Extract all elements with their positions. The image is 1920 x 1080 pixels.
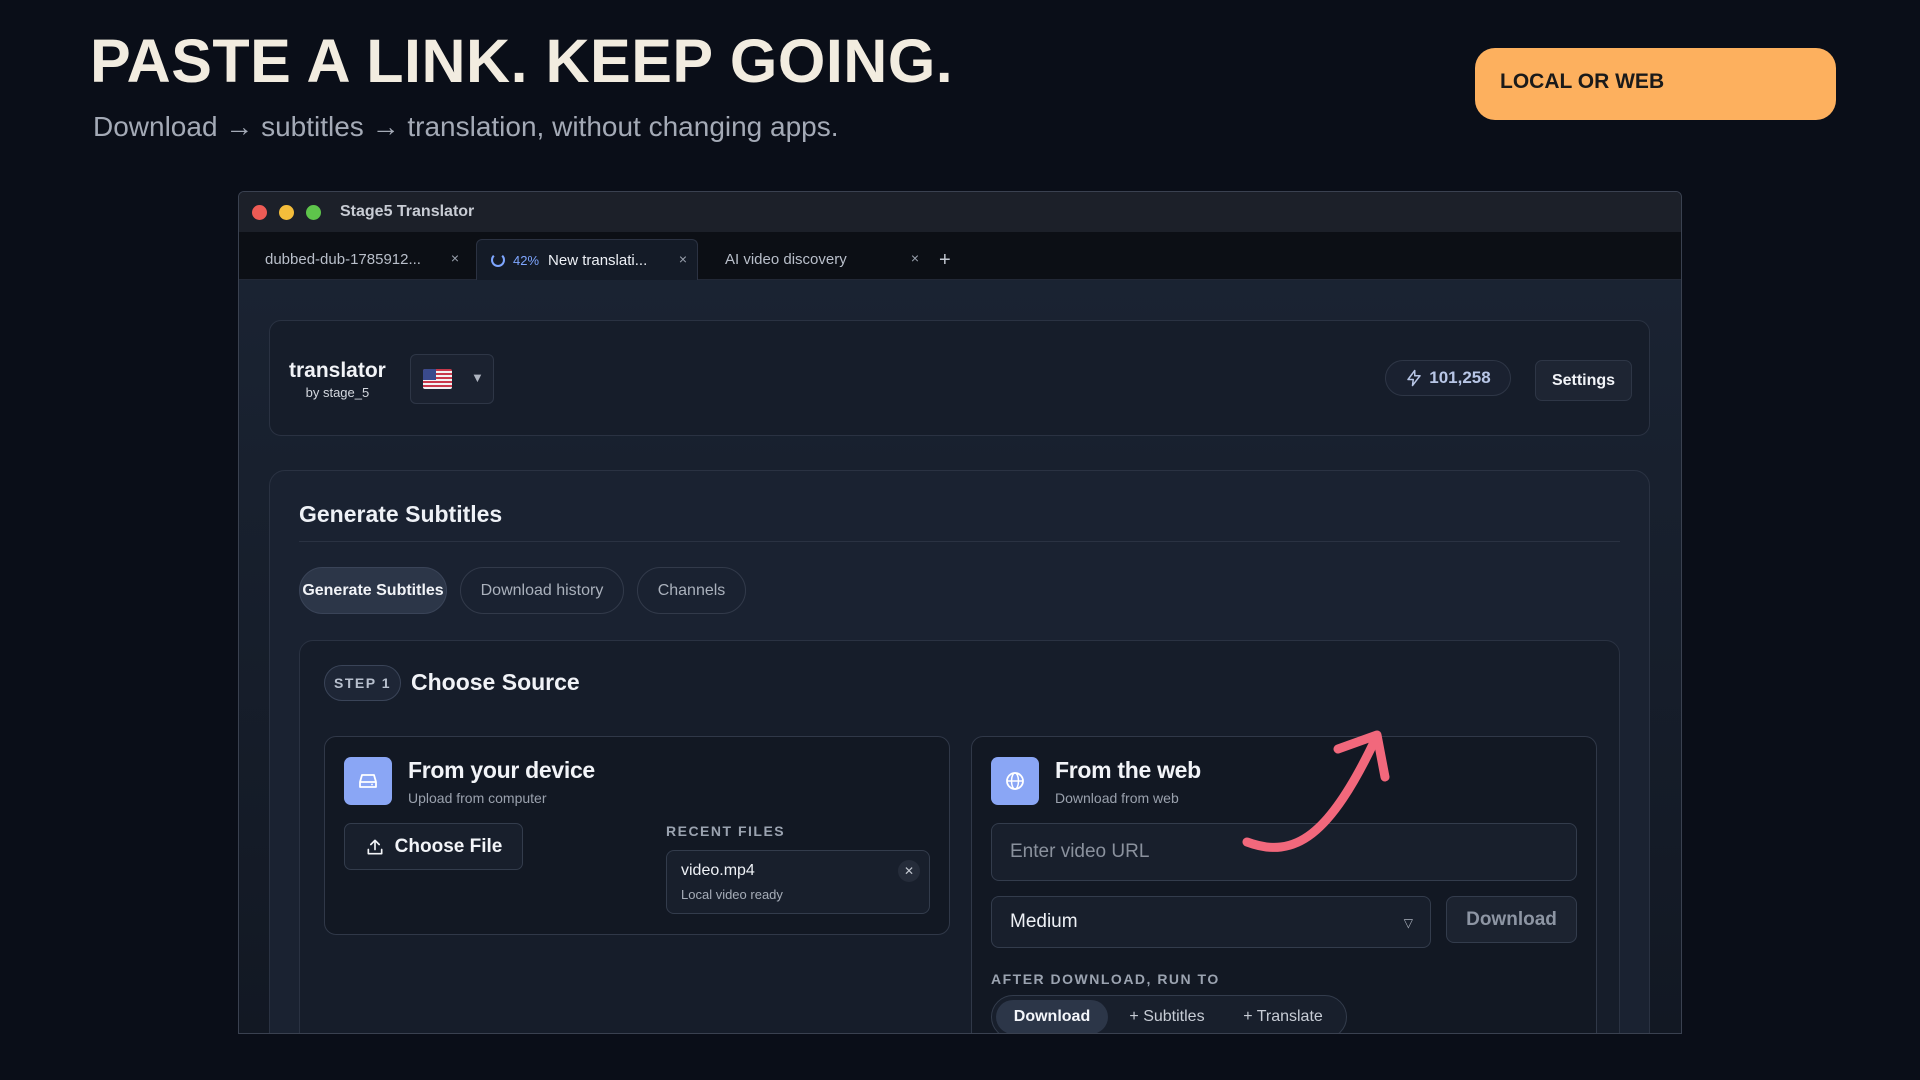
us-flag-icon [423, 369, 452, 389]
from-device-card: From your device Upload from computer Ch… [324, 736, 950, 935]
tab-channels[interactable]: Channels [637, 567, 746, 614]
language-selector[interactable]: ▼ [410, 354, 494, 404]
tab-download-history[interactable]: Download history [460, 567, 624, 614]
tab-generate-subtitles[interactable]: Generate Subtitles [299, 567, 447, 614]
minimize-window-dot[interactable] [279, 204, 294, 220]
option-translate[interactable]: + Translate [1226, 1000, 1340, 1033]
chevron-down-icon: ▼ [471, 370, 484, 385]
web-subtitle: Download from web [1055, 790, 1179, 806]
step-badge: STEP 1 [324, 665, 401, 701]
file-status: Local video ready [681, 887, 783, 902]
option-download[interactable]: Download [996, 1000, 1108, 1033]
tab-label: dubbed-dub-1785912... [265, 251, 421, 268]
device-title: From your device [408, 757, 595, 783]
choose-file-button[interactable]: Choose File [344, 823, 523, 870]
globe-icon [991, 757, 1039, 805]
generate-subtitles-panel: Generate Subtitles Generate Subtitles Do… [269, 470, 1650, 1033]
local-or-web-badge: LOCAL OR WEB [1475, 48, 1836, 120]
recent-file-item[interactable]: video.mp4 Local video ready ✕ [666, 850, 930, 914]
tab-label: New translati... [548, 251, 648, 269]
brand-logo: translator by stage_5 [289, 359, 386, 400]
panel-title: Generate Subtitles [299, 501, 503, 527]
step-title: Choose Source [411, 669, 580, 695]
quality-value: Medium [1010, 911, 1078, 932]
close-tab-icon[interactable]: × [679, 251, 687, 267]
close-tab-icon[interactable]: × [911, 250, 919, 266]
brand-name: translator [289, 359, 386, 382]
brand-by: by stage_5 [305, 385, 370, 400]
tab-progress: 42% [513, 252, 540, 268]
close-tab-icon[interactable]: × [451, 250, 459, 266]
loading-spinner-icon [491, 253, 505, 267]
window-title: Stage5 Translator [340, 203, 475, 220]
from-web-card: From the web Download from web Medium ▽ … [971, 736, 1597, 1033]
lightning-icon [1407, 369, 1422, 387]
app-content: translator by stage_5 ▼ 101,258 Settings… [239, 280, 1681, 1033]
app-window: Stage5 Translator dubbed-dub-1785912... … [238, 191, 1682, 1034]
quality-select[interactable]: Medium ▽ [991, 896, 1431, 948]
video-url-input[interactable] [991, 823, 1577, 881]
tab-dubbed[interactable]: dubbed-dub-1785912... × [239, 239, 469, 280]
tab-ai-video-discovery[interactable]: AI video discovery × [699, 239, 929, 280]
option-subtitles[interactable]: + Subtitles [1116, 1000, 1218, 1033]
hero-title: PASTE A LINK. KEEP GOING. [90, 27, 954, 95]
tab-label: AI video discovery [725, 251, 847, 268]
after-download-options: Download + Subtitles + Translate [991, 995, 1347, 1033]
divider [299, 541, 1620, 542]
file-name: video.mp4 [681, 862, 755, 879]
maximize-window-dot[interactable] [306, 204, 321, 220]
chevron-down-icon: ▽ [1403, 916, 1413, 930]
recent-files-label: RECENT FILES [666, 823, 786, 839]
tab-new-translation[interactable]: 42% New translati... × [476, 239, 698, 280]
drive-icon [344, 757, 392, 805]
web-title: From the web [1055, 757, 1201, 783]
upload-icon [367, 839, 383, 854]
settings-button[interactable]: Settings [1535, 360, 1632, 401]
credits-badge[interactable]: 101,258 [1385, 360, 1511, 396]
credits-count: 101,258 [1429, 368, 1491, 387]
choose-file-label: Choose File [394, 835, 503, 857]
window-titlebar: Stage5 Translator [239, 192, 1681, 232]
download-button[interactable]: Download [1446, 896, 1577, 943]
device-subtitle: Upload from computer [408, 790, 547, 806]
remove-file-icon[interactable]: ✕ [898, 860, 920, 882]
choose-source-step: STEP 1 Choose Source From your device Up… [299, 640, 1620, 1033]
tab-bar: dubbed-dub-1785912... × 42% New translat… [239, 232, 1681, 280]
after-download-label: AFTER DOWNLOAD, RUN TO [991, 971, 1220, 987]
app-header: translator by stage_5 ▼ 101,258 Settings [269, 320, 1650, 436]
new-tab-button[interactable]: + [939, 249, 951, 272]
close-window-dot[interactable] [252, 204, 267, 220]
hero-subtitle: Download → subtitles → translation, with… [93, 111, 839, 142]
